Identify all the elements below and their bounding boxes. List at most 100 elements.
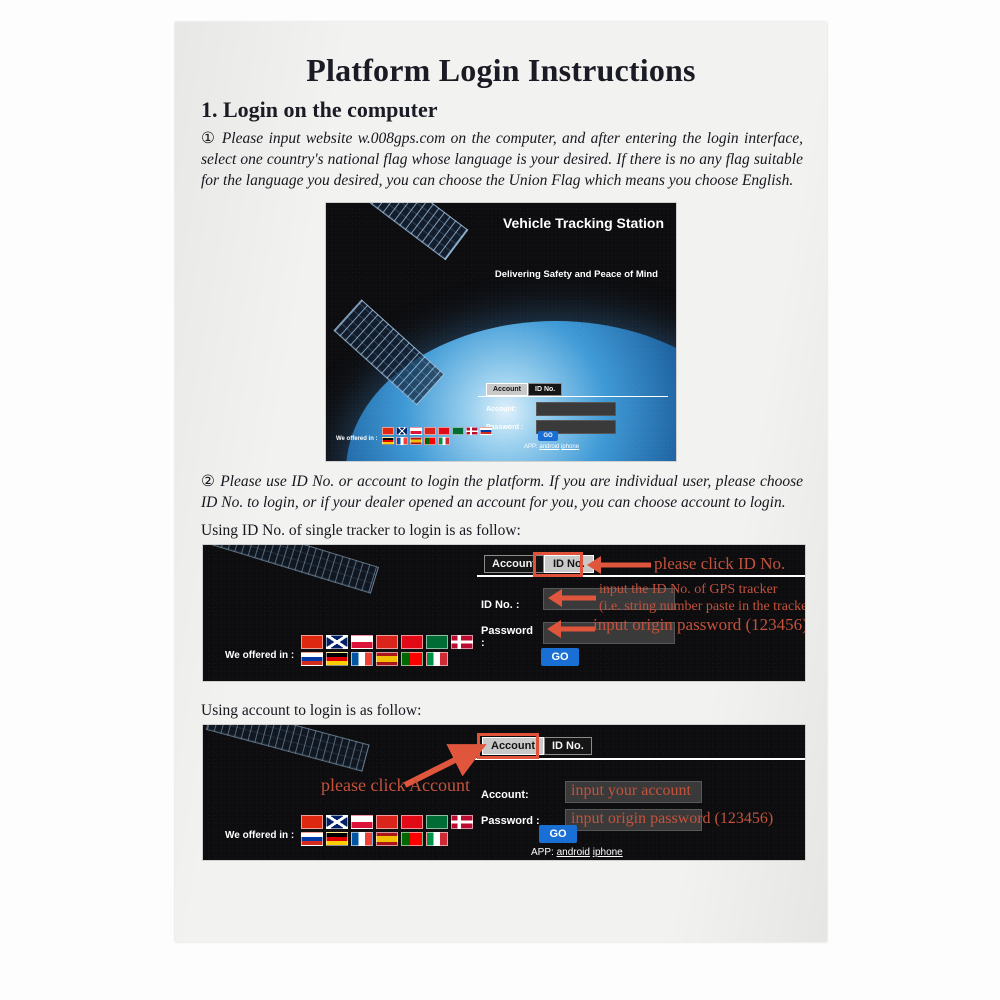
page-title: Platform Login Instructions	[306, 52, 696, 88]
paragraph-2: ② Please use ID No. or account to login …	[201, 472, 803, 514]
flag-poland[interactable]	[410, 426, 422, 435]
flag-united-kingdom[interactable]	[326, 634, 348, 649]
flag-norway[interactable]	[451, 814, 473, 829]
flag-vietnam[interactable]	[376, 814, 398, 829]
flag-vietnam[interactable]	[376, 634, 398, 649]
flag-china[interactable]	[301, 814, 323, 829]
flag-vietnam[interactable]	[424, 426, 436, 435]
annotation-click-id: please click ID No.	[654, 553, 786, 573]
satellite-panel	[348, 202, 469, 261]
flag-turkey[interactable]	[401, 814, 423, 829]
input-account[interactable]	[536, 401, 616, 416]
flag-turkey[interactable]	[438, 426, 450, 435]
flag-germany[interactable]	[382, 436, 394, 445]
label-password-text: Password :	[481, 624, 533, 650]
tab-underline	[477, 574, 805, 577]
flag-spain[interactable]	[376, 831, 398, 846]
flag-norway[interactable]	[466, 426, 478, 435]
flag-france[interactable]	[396, 436, 408, 445]
arrow-shaft	[559, 626, 595, 632]
screenshot-login-home: Vehicle Tracking Station Delivering Safe…	[325, 201, 677, 462]
annotation-input-password: input origin password (123456)	[571, 809, 774, 827]
screenshot-id-login: Account ID No. ID No. : Password : We of…	[202, 543, 806, 682]
label-id-no: ID No. :	[481, 598, 520, 611]
instruction-sheet: Platform Login Instructions 1. Login on …	[175, 22, 827, 942]
app-iphone-link[interactable]: iphone	[561, 444, 579, 450]
flag-poland[interactable]	[351, 634, 373, 649]
flag-russia[interactable]	[301, 831, 323, 846]
flag-russia[interactable]	[301, 651, 323, 666]
flag-saudi-arabia[interactable]	[426, 634, 448, 649]
tab-id-no[interactable]: ID No.	[544, 736, 592, 755]
flag-list[interactable]	[382, 426, 492, 445]
flag-united-kingdom[interactable]	[326, 814, 348, 829]
screenshot-headline: Vehicle Tracking Station	[502, 214, 664, 231]
annotation-input-password: input origin password (123456)	[593, 614, 806, 634]
annotation-input-account: input your account	[571, 781, 691, 799]
satellite-upper	[205, 724, 370, 772]
go-button[interactable]: GO	[541, 647, 579, 666]
flag-italy[interactable]	[426, 831, 448, 846]
app-android-link[interactable]: android	[557, 847, 590, 858]
flag-germany[interactable]	[326, 651, 348, 666]
app-prefix: APP:	[531, 846, 554, 858]
app-android-link[interactable]: android	[539, 444, 559, 450]
tab-underline	[478, 395, 668, 397]
arrow-shaft	[560, 595, 596, 601]
flag-portugal[interactable]	[401, 651, 423, 666]
label-account: Account:	[486, 405, 517, 413]
flag-saudi-arabia[interactable]	[452, 426, 464, 435]
paragraph-2-marker: ②	[201, 472, 216, 490]
offered-label: We offered in :	[225, 649, 295, 661]
screenshot-account-login: Account ID No. Account: Password : We of…	[202, 723, 806, 861]
annotation-input-id-line2: (i.e. string number paste in the tracker…	[599, 598, 806, 614]
paragraph-1: ① Please input website w.008gps.com on t…	[201, 129, 803, 192]
flag-list[interactable]	[301, 814, 481, 846]
app-links[interactable]: APP: android iphone	[524, 444, 579, 450]
document-body: Platform Login Instructions 1. Login on …	[175, 52, 827, 861]
go-button[interactable]: GO	[538, 430, 558, 441]
flag-spain[interactable]	[376, 651, 398, 666]
satellite-upper	[206, 544, 379, 594]
annotation-click-account: please click Account	[321, 774, 470, 795]
flag-italy[interactable]	[426, 651, 448, 666]
flag-turkey[interactable]	[401, 634, 423, 649]
flag-spain[interactable]	[410, 436, 422, 445]
login-tabs[interactable]: Account ID No.	[486, 382, 563, 396]
flag-united-kingdom[interactable]	[396, 426, 408, 435]
flag-portugal[interactable]	[424, 436, 436, 445]
flag-china[interactable]	[382, 426, 394, 435]
screenshot-tagline: Delivering Safety and Peace of Mind	[494, 268, 658, 280]
flag-italy[interactable]	[438, 436, 450, 445]
app-prefix: APP:	[524, 443, 538, 450]
photo-background: Platform Login Instructions 1. Login on …	[0, 0, 1000, 1000]
paragraph-2-text: Please use ID No. or account to login th…	[201, 472, 803, 511]
flag-norway[interactable]	[451, 634, 473, 649]
caption-id-login: Using ID No. of single tracker to login …	[201, 521, 521, 539]
arrow-shaft	[599, 562, 651, 568]
label-password: Password :	[481, 814, 540, 827]
label-password: Password :	[481, 625, 537, 650]
flag-portugal[interactable]	[401, 831, 423, 846]
arrow-to-id-tab	[587, 555, 651, 574]
flag-france[interactable]	[351, 831, 373, 846]
tab-account[interactable]: Account	[486, 382, 528, 396]
app-iphone-link[interactable]: iphone	[593, 847, 623, 858]
flag-list[interactable]	[301, 634, 481, 666]
caption-account-login: Using account to login is as follow:	[201, 701, 422, 719]
satellite-upper	[348, 202, 469, 261]
app-links[interactable]: APP: android iphone	[531, 847, 623, 858]
arrow-to-password-field	[547, 619, 595, 638]
flag-france[interactable]	[351, 651, 373, 666]
flag-saudi-arabia[interactable]	[426, 814, 448, 829]
arrow-to-id-field	[548, 588, 596, 607]
highlight-id-tab	[533, 551, 583, 577]
satellite-panel	[205, 724, 370, 772]
flag-russia[interactable]	[480, 426, 492, 435]
paragraph-1-text: Please input website w.008gps.com on the…	[201, 130, 803, 189]
tab-id-no[interactable]: ID No.	[528, 382, 563, 396]
flag-china[interactable]	[301, 634, 323, 649]
flag-germany[interactable]	[326, 831, 348, 846]
paragraph-1-marker: ①	[201, 130, 217, 147]
flag-poland[interactable]	[351, 814, 373, 829]
